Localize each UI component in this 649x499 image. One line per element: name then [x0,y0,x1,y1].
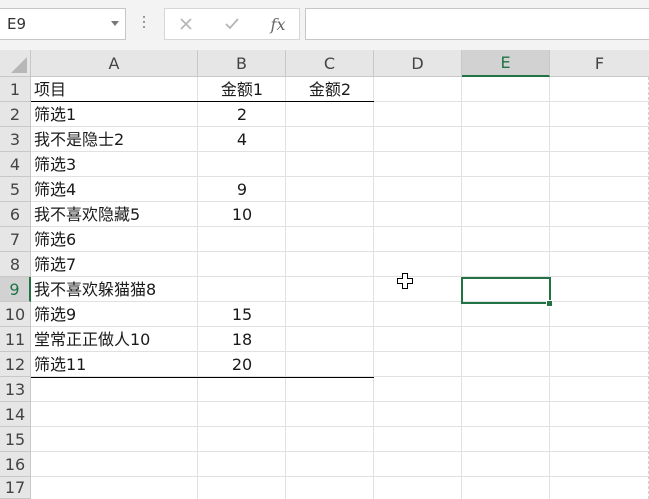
fx-icon: fx [270,14,286,34]
column-header-b[interactable]: B [198,50,286,77]
insert-function-button[interactable]: fx [261,9,295,39]
row-header-13[interactable]: 13 [0,377,31,402]
column-header-a[interactable]: A [31,50,198,77]
check-icon[interactable] [215,9,249,39]
vertical-dots-icon[interactable] [143,16,145,32]
cell-c1[interactable]: 金额2 [286,77,374,102]
select-all-button[interactable] [0,50,31,77]
row-header-5[interactable]: 5 [0,177,31,202]
formula-bar: E9 fx [0,0,649,50]
cell-a1[interactable]: 项目 [31,77,198,102]
cell-b4[interactable] [198,152,286,177]
close-icon[interactable] [169,9,203,39]
cell-a7[interactable]: 筛选6 [31,227,198,252]
active-cell-e9[interactable] [461,277,551,304]
column-header-f[interactable]: F [550,50,649,77]
row-header-6[interactable]: 6 [0,202,31,227]
spreadsheet-grid: A B C D E F 1 2 3 4 5 6 7 8 9 10 11 12 1… [0,50,649,499]
row-header-2[interactable]: 2 [0,102,31,127]
cell-a11[interactable]: 堂常正正做人10 [31,327,198,352]
fill-handle[interactable] [546,300,553,307]
table-bottom-rule [31,377,374,378]
cell-b10[interactable]: 15 [198,302,286,327]
cell-b12[interactable]: 20 [198,352,286,377]
chevron-down-icon[interactable] [111,21,119,26]
gridline [373,77,374,499]
cell-b2[interactable]: 2 [198,102,286,127]
column-header-d[interactable]: D [374,50,462,77]
row-header-4[interactable]: 4 [0,152,31,177]
cell-b1[interactable]: 金额1 [198,77,286,102]
row-header-11[interactable]: 11 [0,327,31,352]
cell-b5[interactable]: 9 [198,177,286,202]
cell-b8[interactable] [198,252,286,277]
cell-a12[interactable]: 筛选11 [31,352,198,377]
cell-a10[interactable]: 筛选9 [31,302,198,327]
name-box[interactable]: E9 [0,8,126,40]
row-header-8[interactable]: 8 [0,252,31,277]
cell-a6[interactable]: 我不喜欢隐藏5 [31,202,198,227]
row-header-3[interactable]: 3 [0,127,31,152]
row-header-16[interactable]: 16 [0,452,31,477]
row-header-17[interactable]: 17 [0,477,31,499]
row-header-12[interactable]: 12 [0,352,31,377]
row-header-14[interactable]: 14 [0,402,31,427]
cell-b9[interactable] [198,277,286,302]
cell-a4[interactable]: 筛选3 [31,152,198,177]
cell-a5[interactable]: 筛选4 [31,177,198,202]
column-header-e[interactable]: E [462,50,550,77]
select-all-triangle-icon [11,57,27,73]
cell-cursor-icon [397,273,413,293]
cell-a8[interactable]: 筛选7 [31,252,198,277]
formula-input[interactable] [305,8,649,40]
cell-b7[interactable] [198,227,286,252]
cell-a9[interactable]: 我不喜欢躲猫猫8 [31,277,198,302]
cell-a3[interactable]: 我不是隐士2 [31,127,198,152]
formula-buttons: fx [164,8,300,40]
row-header-10[interactable]: 10 [0,302,31,327]
cell-b6[interactable]: 10 [198,202,286,227]
row-header-1[interactable]: 1 [0,77,31,102]
row-header-7[interactable]: 7 [0,227,31,252]
row-header-9[interactable]: 9 [0,277,31,302]
row-header-15[interactable]: 15 [0,427,31,452]
column-header-c[interactable]: C [286,50,374,77]
name-box-value: E9 [7,15,27,33]
cell-b11[interactable]: 18 [198,327,286,352]
cell-b3[interactable]: 4 [198,127,286,152]
cell-a2[interactable]: 筛选1 [31,102,198,127]
